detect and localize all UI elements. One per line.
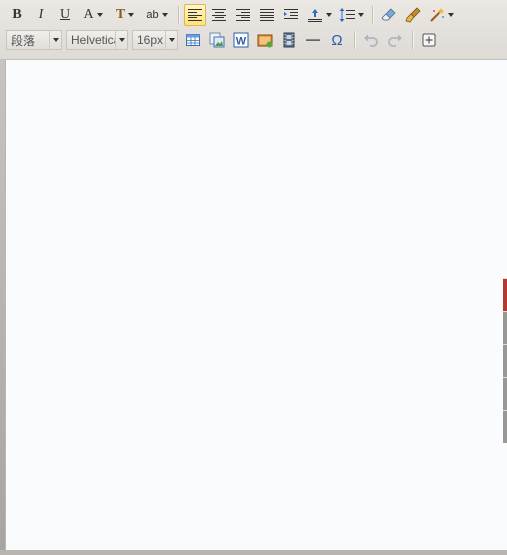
paste-word-button[interactable]: W <box>230 29 252 51</box>
undo-icon <box>364 34 378 47</box>
horizontal-rule-button[interactable] <box>302 29 324 51</box>
line-height-icon <box>339 8 355 22</box>
insert-table-button[interactable] <box>182 29 204 51</box>
vertical-align-button[interactable] <box>304 4 334 26</box>
dropdown-arrow-icon <box>49 31 61 49</box>
auto-format-button[interactable] <box>426 4 456 26</box>
chevron-down-icon <box>96 13 103 17</box>
paragraph-select-value: 段落 <box>11 33 36 48</box>
align-left-button[interactable] <box>184 4 206 26</box>
chevron-down-icon <box>357 13 364 17</box>
forecolor-button[interactable]: A <box>78 4 108 26</box>
bold-button[interactable]: B <box>6 4 28 26</box>
rich-text-editor: B I U A T ab 段落 Helvetic 16px W Ω <box>0 0 507 555</box>
paint-brush-icon <box>405 7 421 23</box>
redo-button[interactable] <box>384 29 406 51</box>
side-tab[interactable] <box>503 344 507 377</box>
align-center-icon <box>212 9 226 21</box>
toolbar-separator <box>372 6 374 24</box>
chevron-down-icon <box>161 13 168 17</box>
remove-format-button[interactable] <box>378 4 400 26</box>
fullscreen-button[interactable] <box>418 29 440 51</box>
chevron-down-icon <box>447 13 454 17</box>
svg-text:W: W <box>236 36 247 48</box>
side-tab[interactable] <box>503 377 507 410</box>
magic-wand-icon <box>429 8 444 22</box>
indent-icon <box>284 9 298 19</box>
image-icon <box>257 34 273 48</box>
dropdown-arrow-icon <box>165 31 177 49</box>
line-height-button[interactable] <box>336 4 366 26</box>
align-justify-button[interactable] <box>256 4 278 26</box>
toolbar-separator <box>412 31 414 49</box>
picture-icon <box>209 32 225 48</box>
align-justify-icon <box>260 9 274 21</box>
italic-button[interactable]: I <box>30 4 52 26</box>
dropdown-arrow-icon <box>115 31 127 49</box>
italic-icon: I <box>38 7 44 22</box>
omega-icon: Ω <box>331 31 343 49</box>
vertical-align-icon <box>307 9 322 22</box>
font-family-select[interactable]: Helvetica <box>66 30 128 50</box>
toolbar-row-2: 段落 Helvetica 16px <box>6 28 442 52</box>
word-icon: W <box>233 32 249 48</box>
align-right-icon <box>236 9 250 21</box>
fullscreen-icon <box>422 33 436 47</box>
font-size-select[interactable]: 16px <box>132 30 178 50</box>
toolbar-row-1: B I U A T ab <box>6 3 458 27</box>
insert-video-button[interactable] <box>278 29 300 51</box>
background-color-icon: T <box>115 7 126 22</box>
undo-button[interactable] <box>360 29 382 51</box>
side-tab-active[interactable] <box>503 278 507 311</box>
chevron-down-icon <box>325 13 332 17</box>
side-tab[interactable] <box>503 311 507 344</box>
underline-button[interactable]: U <box>54 4 76 26</box>
film-icon <box>283 32 295 48</box>
toolbar-separator <box>178 6 180 24</box>
editor-bottom-border <box>0 550 507 555</box>
insert-image-button[interactable] <box>206 29 228 51</box>
align-left-icon <box>188 9 202 21</box>
format-painter-button[interactable] <box>402 4 424 26</box>
side-tab[interactable] <box>503 410 507 443</box>
font-size-select-value: 16px <box>137 33 164 47</box>
special-char-button[interactable]: Ω <box>326 29 348 51</box>
underline-icon: U <box>59 7 71 22</box>
chevron-down-icon <box>128 13 135 17</box>
indent-button[interactable] <box>280 4 302 26</box>
text-case-icon: ab <box>146 9 159 21</box>
backcolor-button[interactable]: T <box>110 4 140 26</box>
eraser-icon <box>381 8 396 21</box>
font-family-select-value: Helvetica <box>71 33 115 47</box>
editor-content-area[interactable] <box>5 60 507 550</box>
toolbar-separator <box>354 31 356 49</box>
horizontal-line-icon <box>306 39 320 41</box>
redo-icon <box>388 34 402 47</box>
paragraph-select[interactable]: 段落 <box>6 30 62 50</box>
table-icon <box>186 34 200 46</box>
align-center-button[interactable] <box>208 4 230 26</box>
insert-map-button[interactable] <box>254 29 276 51</box>
bold-icon: B <box>12 7 22 22</box>
align-right-button[interactable] <box>232 4 254 26</box>
font-color-icon: A <box>83 7 94 22</box>
editor-toolbar: B I U A T ab 段落 Helvetic 16px W Ω <box>0 0 507 60</box>
casing-button[interactable]: ab <box>142 4 172 26</box>
